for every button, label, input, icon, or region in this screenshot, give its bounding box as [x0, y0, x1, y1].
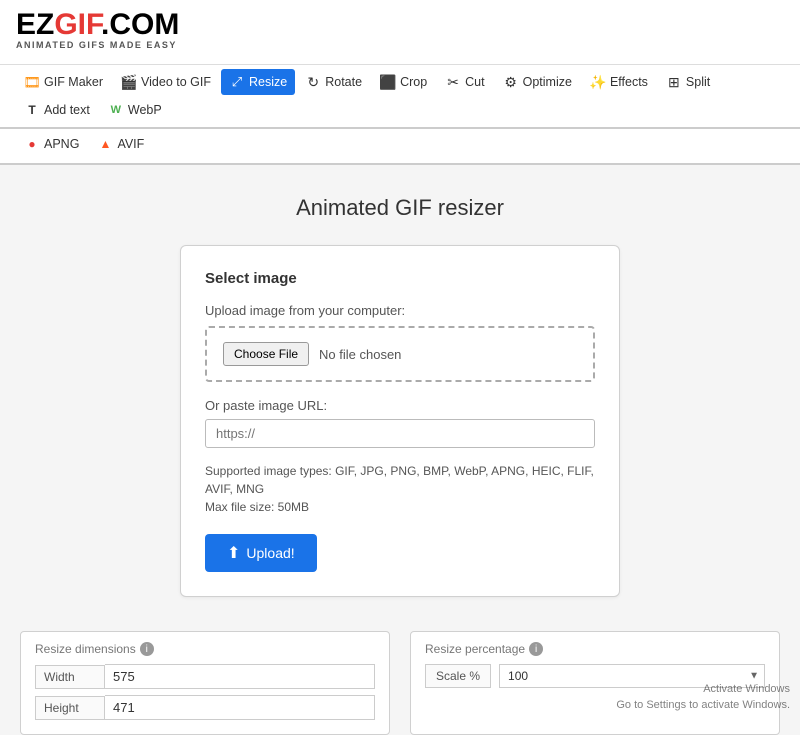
nav-video-to-gif-label: Video to GIF	[141, 75, 211, 89]
nav-gif-maker-label: GIF Maker	[44, 75, 103, 89]
upload-button[interactable]: ⬆ Upload!	[205, 534, 317, 572]
nav-resize[interactable]: ⤢ Resize	[221, 69, 295, 95]
split-icon: ⊞	[666, 74, 682, 90]
logo-com: .COM	[101, 8, 179, 41]
nav-effects[interactable]: ✨ Effects	[582, 69, 656, 95]
cut-icon: ✂	[445, 74, 461, 90]
nav-gif-maker[interactable]: 🎞 GIF Maker	[16, 69, 111, 95]
file-name-label: No file chosen	[319, 347, 401, 362]
logo: EZGIF.COM ANIMATED GIFS MADE EASY	[16, 10, 784, 50]
webp-icon: W	[108, 102, 124, 118]
scale-info-icon: i	[529, 642, 543, 656]
gif-icon: 🎞	[24, 74, 40, 90]
nav-apng-label: APNG	[44, 137, 79, 151]
upload-button-label: Upload!	[246, 545, 294, 561]
nav-avif[interactable]: ▲ AVIF	[89, 131, 152, 157]
card-title: Select image	[205, 270, 595, 287]
nav-cut-label: Cut	[465, 75, 484, 89]
dimensions-title: Resize dimensions i	[35, 642, 375, 656]
watermark-line2: Go to Settings to activate Windows.	[616, 698, 790, 713]
dimensions-info-icon: i	[140, 642, 154, 656]
file-input-area: Choose File No file chosen	[205, 326, 595, 382]
nav-row2: ● APNG ▲ AVIF	[0, 129, 800, 165]
choose-file-button[interactable]: Choose File	[223, 342, 309, 366]
nav-split-label: Split	[686, 75, 710, 89]
nav-avif-label: AVIF	[117, 137, 144, 151]
effects-icon: ✨	[590, 74, 606, 90]
logo-subtitle: ANIMATED GIFS MADE EASY	[16, 40, 784, 50]
nav-apng[interactable]: ● APNG	[16, 131, 87, 157]
logo-gif: GIF	[54, 8, 101, 41]
nav-rotate-label: Rotate	[325, 75, 362, 89]
addtext-icon: T	[24, 102, 40, 118]
crop-icon: ⬛	[380, 74, 396, 90]
nav-optimize-label: Optimize	[523, 75, 572, 89]
supported-types-text: Supported image types: GIF, JPG, PNG, BM…	[205, 462, 595, 516]
nav-video-to-gif[interactable]: 🎬 Video to GIF	[113, 69, 219, 95]
avif-icon: ▲	[97, 136, 113, 152]
nav-add-text-label: Add text	[44, 103, 90, 117]
header: EZGIF.COM ANIMATED GIFS MADE EASY	[0, 0, 800, 65]
watermark-line1: Activate Windows	[616, 682, 790, 697]
nav-split[interactable]: ⊞ Split	[658, 69, 718, 95]
nav-optimize[interactable]: ⚙ Optimize	[495, 69, 580, 95]
scale-title: Resize percentage i	[425, 642, 765, 656]
upload-icon: ⬆	[227, 543, 240, 563]
height-label: Height	[35, 696, 105, 720]
dimensions-panel: Resize dimensions i Width Height	[20, 631, 390, 735]
nav-row1: 🎞 GIF Maker 🎬 Video to GIF ⤢ Resize ↻ Ro…	[0, 65, 800, 129]
logo-text: EZGIF.COM	[16, 10, 784, 40]
scale-label: Scale %	[425, 664, 491, 688]
url-input[interactable]	[205, 419, 595, 448]
width-input[interactable]	[105, 664, 375, 689]
nav-crop[interactable]: ⬛ Crop	[372, 69, 435, 95]
video-icon: 🎬	[121, 74, 137, 90]
upload-label: Upload image from your computer:	[205, 303, 595, 318]
rotate-icon: ↻	[305, 74, 321, 90]
select-image-card: Select image Upload image from your comp…	[180, 245, 620, 597]
nav-crop-label: Crop	[400, 75, 427, 89]
logo-ez: EZ	[16, 8, 54, 41]
optimize-icon: ⚙	[503, 74, 519, 90]
nav-resize-label: Resize	[249, 75, 287, 89]
nav-rotate[interactable]: ↻ Rotate	[297, 69, 370, 95]
apng-icon: ●	[24, 136, 40, 152]
nav-webp-label: WebP	[128, 103, 162, 117]
main-content: Animated GIF resizer Select image Upload…	[0, 165, 800, 627]
nav-effects-label: Effects	[610, 75, 648, 89]
nav-add-text[interactable]: T Add text	[16, 97, 98, 123]
page-title: Animated GIF resizer	[296, 195, 504, 221]
height-input[interactable]	[105, 695, 375, 720]
width-row: Width	[35, 664, 375, 689]
height-row: Height	[35, 695, 375, 720]
url-label: Or paste image URL:	[205, 398, 595, 413]
nav-cut[interactable]: ✂ Cut	[437, 69, 492, 95]
windows-watermark: Activate Windows Go to Settings to activ…	[616, 682, 790, 713]
width-label: Width	[35, 665, 105, 689]
resize-icon: ⤢	[229, 74, 245, 90]
nav-webp[interactable]: W WebP	[100, 97, 170, 123]
